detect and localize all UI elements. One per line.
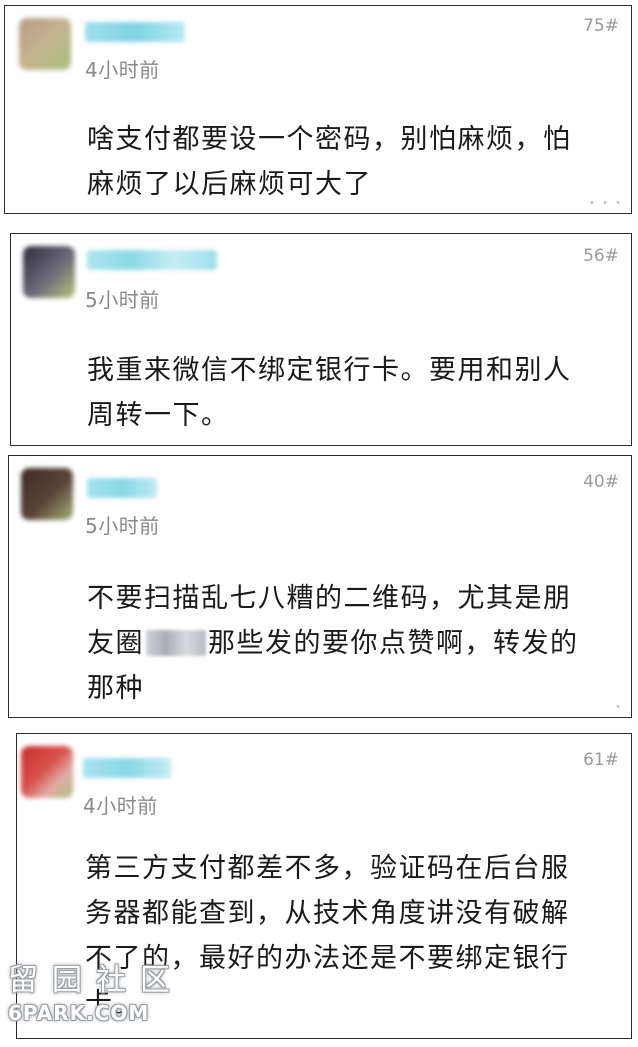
comment-line: 啥支付都要设一个密码，别怕麻烦，怕 xyxy=(87,124,572,155)
comment-line: 不要扫描乱七八糟的二维码，尤其是朋 xyxy=(87,583,572,614)
comment-line: 麻烦了以后麻烦可大了 xyxy=(87,169,372,200)
username-redacted[interactable] xyxy=(87,250,217,270)
comment-time: 4小时前 xyxy=(85,58,160,82)
site-watermark: 留园社区 6PARK.COM xyxy=(8,955,188,1025)
username-redacted[interactable] xyxy=(85,22,185,42)
comment-text: 啥支付都要设一个密码，别怕麻烦，怕 麻烦了以后麻烦可大了 xyxy=(87,117,572,207)
comment-line: 那种 xyxy=(87,673,144,704)
avatar[interactable] xyxy=(21,468,73,520)
comment-card: 56# 5小时前 我重来微信不绑定银行卡。要用和别人 周转一下。 xyxy=(10,233,632,446)
watermark-cn: 留园社区 xyxy=(8,963,184,998)
floor-number: 40# xyxy=(583,472,619,492)
comment-time: 5小时前 xyxy=(85,288,160,312)
comment-text: 我重来微信不绑定银行卡。要用和别人 周转一下。 xyxy=(87,348,572,438)
avatar[interactable] xyxy=(21,746,73,798)
comment-line: 我重来微信不绑定银行卡。要用和别人 xyxy=(87,355,572,386)
floor-number: 75# xyxy=(583,16,619,36)
floor-number: 56# xyxy=(583,246,619,266)
avatar[interactable] xyxy=(23,246,75,298)
comment-time: 5小时前 xyxy=(85,514,160,538)
comment-line: 务器都能查到，从技术角度讲没有破解 xyxy=(85,898,570,929)
redacted-mosaic xyxy=(146,630,206,656)
comment-text: 不要扫描乱七八糟的二维码，尤其是朋 友圈 那些发的要你点赞啊，转发的 那种 xyxy=(87,576,579,711)
more-dots[interactable]: • xyxy=(615,702,623,713)
comment-time: 4小时前 xyxy=(83,794,158,818)
floor-number: 61# xyxy=(583,750,619,770)
username-redacted[interactable] xyxy=(83,758,171,778)
comment-card: 75# 4小时前 啥支付都要设一个密码，别怕麻烦，怕 麻烦了以后麻烦可大了 • … xyxy=(4,5,632,214)
username-redacted[interactable] xyxy=(87,478,157,498)
more-dots[interactable]: • • • xyxy=(589,198,623,209)
avatar[interactable] xyxy=(19,18,71,70)
watermark-en: 6PARK.COM xyxy=(8,1001,150,1025)
comment-line: 友圈 那些发的要你点赞啊，转发的 xyxy=(87,628,579,659)
comment-line: 第三方支付都差不多，验证码在后台服 xyxy=(85,853,570,884)
comment-card: 40# 5小时前 不要扫描乱七八糟的二维码，尤其是朋 友圈 那些发的要你点赞啊，转… xyxy=(8,455,632,718)
comment-line: 周转一下。 xyxy=(87,400,230,431)
